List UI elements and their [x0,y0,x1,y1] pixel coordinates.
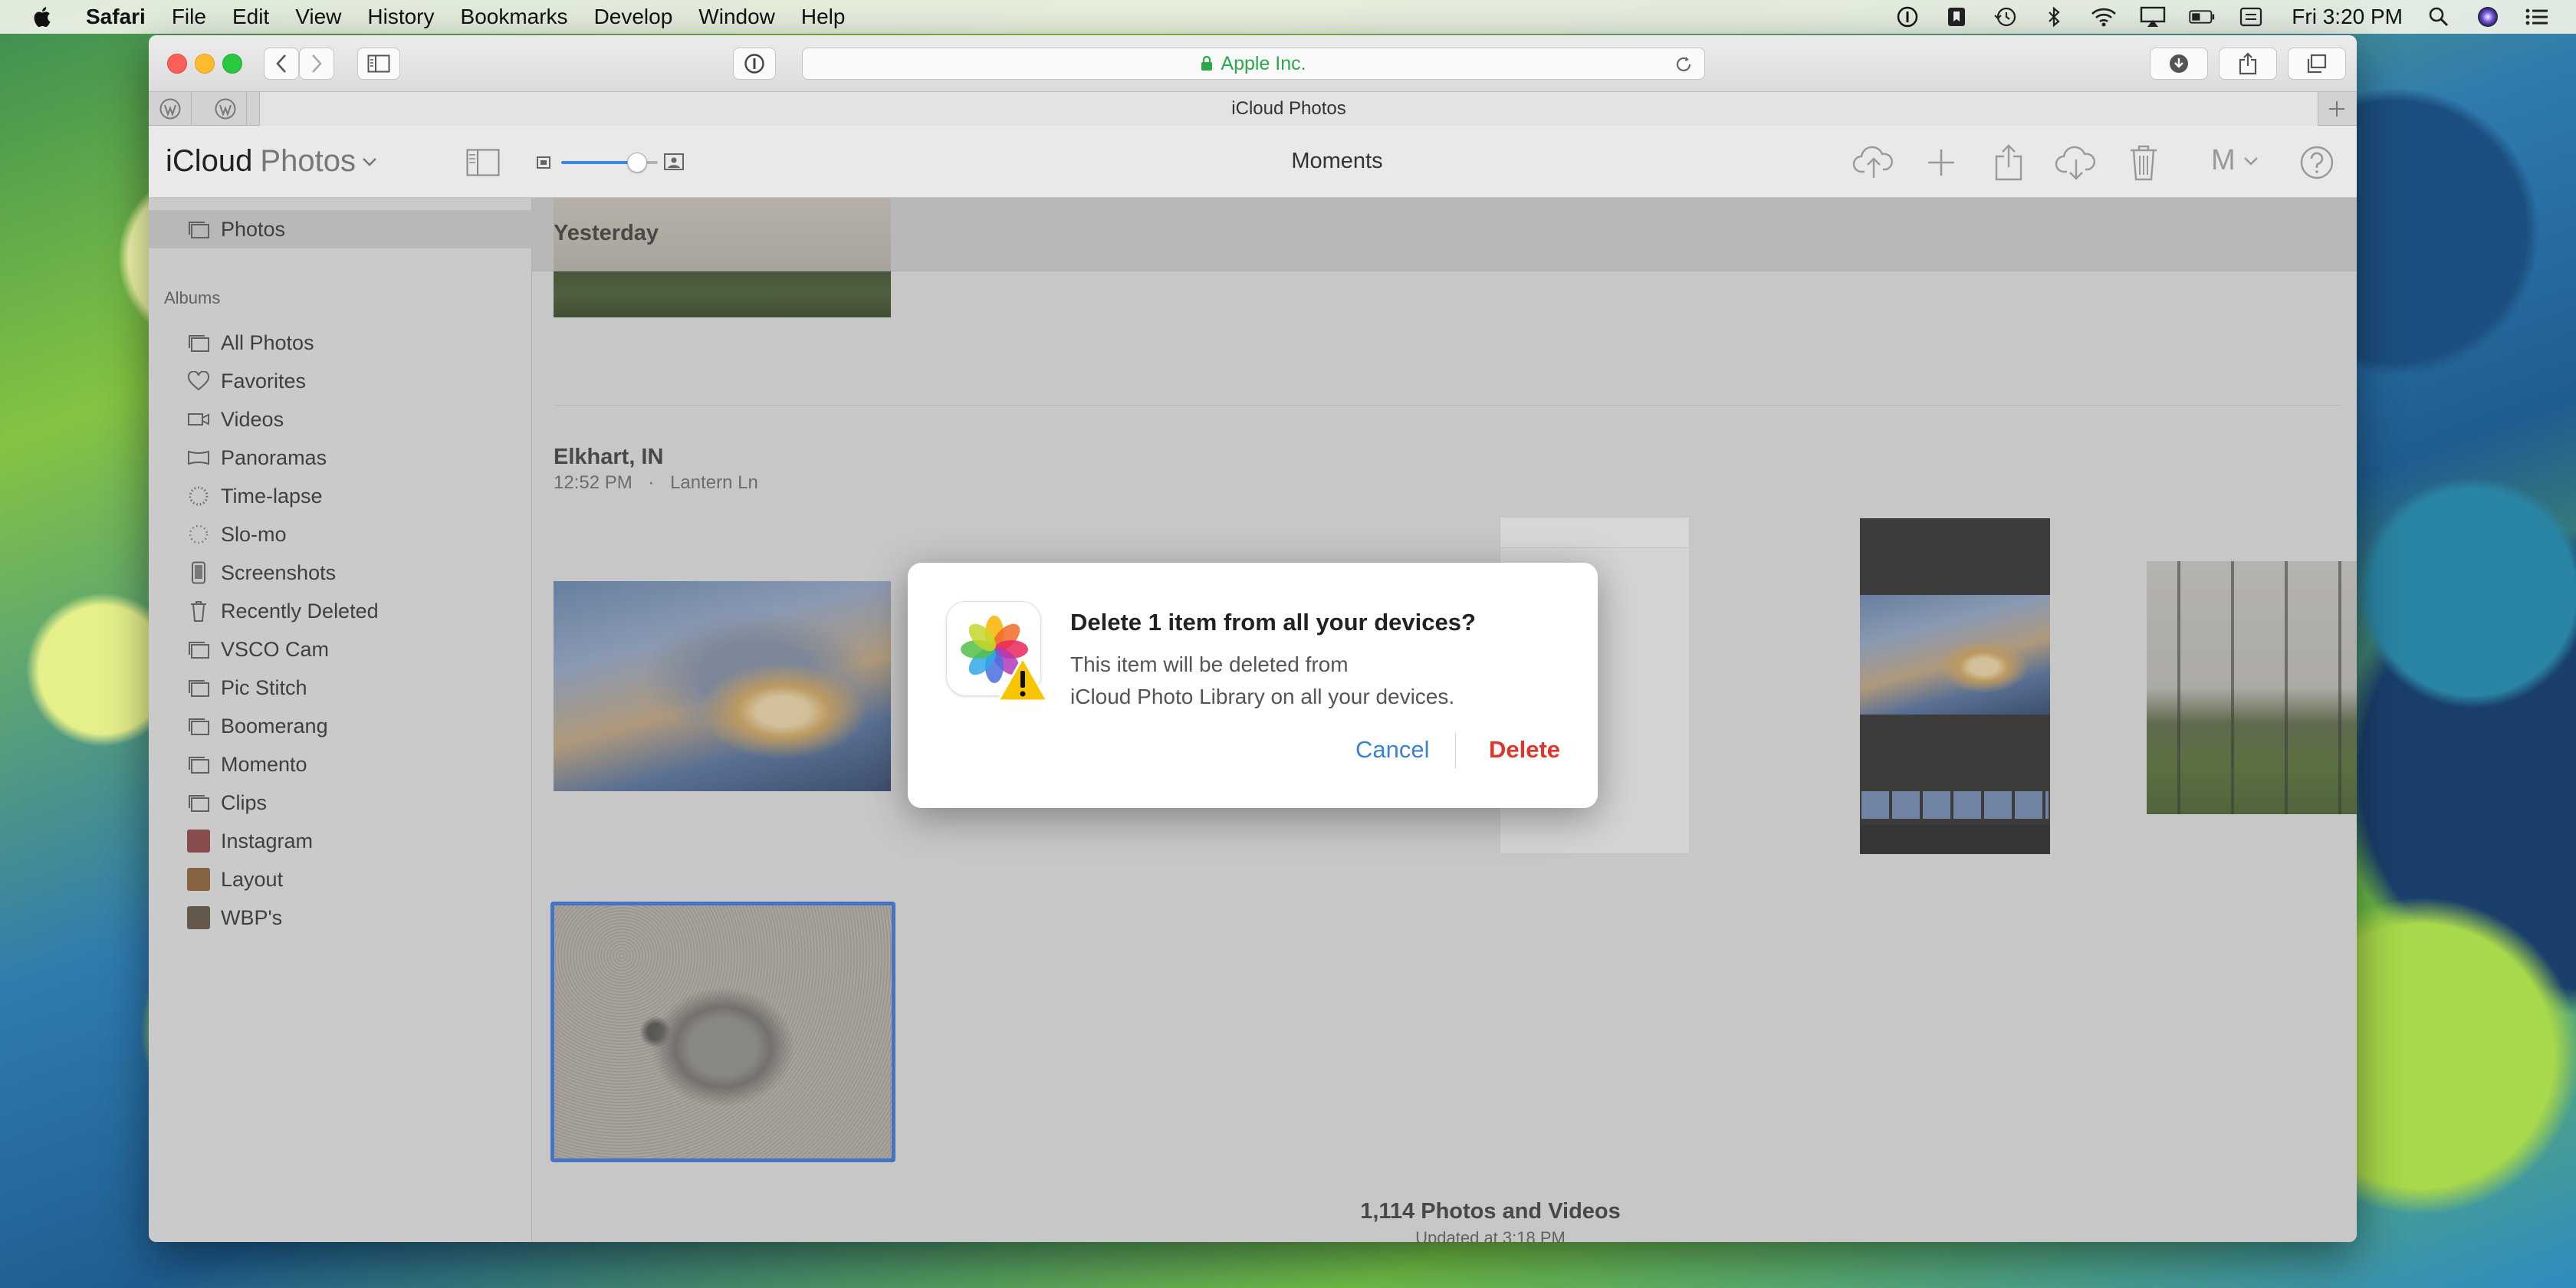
cloud-upload-icon [1852,146,1893,178]
delete-button[interactable] [2122,141,2165,184]
cancel-button[interactable]: Cancel [1355,736,1430,764]
photos-header: iCloud Photos Moments M [149,126,2357,198]
pinned-tab-wordpress-1[interactable] [149,92,192,126]
warning-icon [996,656,1050,702]
pinned-tab-wordpress-2[interactable] [204,92,247,126]
plus-icon [2329,101,2344,117]
wordpress-icon [215,98,235,120]
dialog-message-line-2: iCloud Photo Library on all your devices… [1070,685,1455,708]
cloud-download-icon [2055,146,2095,180]
chevron-left-icon [276,54,286,73]
tab-overview-button[interactable] [2288,48,2346,80]
trash-icon [2131,145,2157,181]
keyboard-icon[interactable] [2238,6,2264,28]
help-icon [2300,146,2334,179]
airplay-icon[interactable] [2140,6,2166,28]
new-tab-button[interactable] [2323,95,2351,123]
1password-icon[interactable] [1894,6,1921,28]
page-title: Moments [1291,149,1383,173]
1password-icon [744,54,764,74]
confirm-delete-button[interactable]: Delete [1489,736,1560,764]
menu-edit[interactable]: Edit [232,5,269,29]
spotlight-icon[interactable] [2426,6,2452,28]
address-bar[interactable]: Apple Inc. [802,48,1705,80]
tabs-icon [2307,54,2327,74]
small-thumbnail-icon [537,156,550,169]
chevron-down-icon [2243,156,2258,166]
close-window-button[interactable] [167,54,187,74]
dialog-message-line-1: This item will be deleted from [1070,652,1349,676]
button-separator [1455,733,1456,768]
brand-photos: Photos [260,144,356,178]
siri-icon[interactable] [2475,6,2501,28]
user-initial: M [2211,144,2236,176]
tab-icloud-photos[interactable]: iCloud Photos [259,92,2318,126]
time-machine-icon[interactable] [1993,6,2019,28]
plus-icon [1928,150,1954,176]
download-button[interactable] [2055,141,2098,184]
chevron-down-icon [363,157,376,166]
bookmark-icon[interactable] [1944,6,1970,28]
tab-title: iCloud Photos [1231,98,1346,119]
large-thumbnail-icon [664,153,684,170]
thumbnail-size-slider[interactable] [537,149,684,175]
notification-center-icon[interactable] [2524,6,2550,28]
add-to-album-button[interactable] [1920,141,1963,184]
menu-bookmarks[interactable]: Bookmarks [461,5,568,29]
menu-history[interactable]: History [367,5,434,29]
slider-knob[interactable] [627,153,647,172]
show-sidebar-button[interactable] [357,48,400,80]
chevron-right-icon [312,54,322,73]
apple-menu-icon[interactable] [31,5,52,28]
browser-toolbar: Apple Inc. [149,35,2357,92]
account-menu[interactable]: M [2211,144,2259,177]
wordpress-icon [159,98,180,120]
help-button[interactable] [2295,141,2338,184]
menu-bar: Safari File Edit View History Bookmarks … [0,0,2576,34]
sidebar-toggle-icon[interactable] [466,149,500,176]
delete-confirmation-dialog: Delete 1 item from all your devices? Thi… [908,563,1598,808]
slider-track-filled [561,161,638,164]
wifi-icon[interactable] [2091,6,2117,28]
address-text: Apple Inc. [1221,52,1306,74]
battery-icon[interactable] [2189,6,2215,28]
password-button[interactable] [733,48,776,80]
upload-button[interactable] [1852,141,1895,184]
photos-app-icon [946,601,1050,702]
menu-app-name[interactable]: Safari [86,5,146,29]
tab-bar: iCloud Photos [149,92,2357,126]
share-photos-button[interactable] [1987,141,2030,184]
sidebar-icon [367,54,390,73]
menu-develop[interactable]: Develop [594,5,673,29]
dialog-message: This item will be deleted from iCloud Ph… [1070,649,1546,713]
downloads-button[interactable] [2150,48,2208,80]
brand-icloud: iCloud [166,144,253,178]
bluetooth-icon[interactable] [2042,6,2068,28]
menu-view[interactable]: View [295,5,341,29]
menu-window[interactable]: Window [698,5,775,29]
menu-help[interactable]: Help [801,5,846,29]
app-switcher[interactable]: iCloud Photos [166,144,377,179]
forward-button[interactable] [299,48,334,80]
share-icon [1995,144,2022,181]
safari-window: Apple Inc. iCloud Photos iCloud Photos M… [149,35,2357,1242]
share-button[interactable] [2219,48,2277,80]
menu-clock[interactable]: Fri 3:20 PM [2292,5,2403,29]
download-icon [2170,54,2188,73]
zoom-window-button[interactable] [222,54,242,74]
dialog-title: Delete 1 item from all your devices? [1070,609,1476,636]
back-button[interactable] [264,48,299,80]
menu-file[interactable]: File [172,5,206,29]
minimize-window-button[interactable] [195,54,215,74]
lock-icon [1201,56,1213,71]
share-icon [2239,52,2257,75]
reload-icon[interactable] [1674,54,1694,74]
